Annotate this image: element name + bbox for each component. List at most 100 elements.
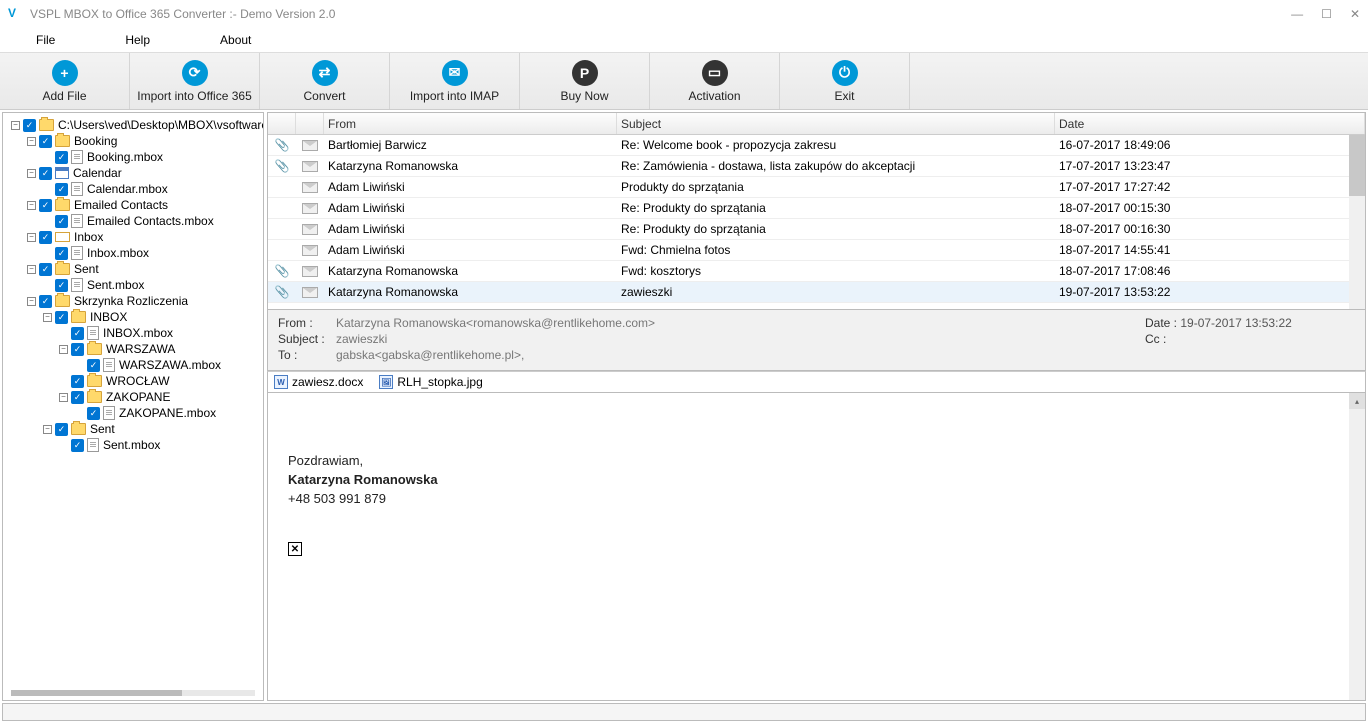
tree-item[interactable]: ✓Sent.mbox (3, 437, 264, 453)
email-row[interactable]: 📎 Bartłomiej Barwicz Re: Welcome book - … (268, 135, 1365, 156)
tree-checkbox[interactable]: ✓ (39, 135, 52, 148)
tree-item[interactable]: ✓ Emailed Contacts.mbox (3, 213, 264, 229)
maximize-button[interactable]: ☐ (1321, 7, 1332, 21)
file-icon (103, 406, 115, 420)
tree-checkbox[interactable]: ✓ (55, 423, 68, 436)
preview-scrollbar[interactable]: ▴ (1349, 393, 1365, 700)
from-cell: Adam Liwiński (324, 201, 617, 215)
tree-checkbox[interactable]: ✓ (87, 359, 100, 372)
toolbar-buy-now[interactable]: PBuy Now (520, 53, 650, 109)
tree-checkbox[interactable]: ✓ (71, 439, 84, 452)
email-row[interactable]: Adam Liwiński Produkty do sprzątania 17-… (268, 177, 1365, 198)
toolbar-convert[interactable]: ⇄Convert (260, 53, 390, 109)
tree-item[interactable]: −✓WARSZAWA (3, 341, 264, 357)
tree-checkbox[interactable]: ✓ (55, 183, 68, 196)
email-row[interactable]: Adam Liwiński Re: Produkty do sprzątania… (268, 219, 1365, 240)
tree-expander-icon[interactable]: − (59, 393, 68, 402)
toolbar-activation[interactable]: ▭Activation (650, 53, 780, 109)
from-cell: Adam Liwiński (324, 222, 617, 236)
email-row[interactable]: Adam Liwiński Fwd: Chmielna fotos 18-07-… (268, 240, 1365, 261)
tree-checkbox[interactable]: ✓ (55, 215, 68, 228)
body-greeting: Pozdrawiam, (288, 453, 1345, 468)
toolbar-import-into-office-365[interactable]: ⟳Import into Office 365 (130, 53, 260, 109)
tree-item[interactable]: −✓Calendar (3, 165, 264, 181)
tree-item[interactable]: ✓INBOX.mbox (3, 325, 264, 341)
tree-item[interactable]: ✓Sent.mbox (3, 277, 264, 293)
tree-checkbox[interactable]: ✓ (71, 327, 84, 340)
tree-expander-icon[interactable]: − (27, 297, 36, 306)
tree-checkbox[interactable]: ✓ (39, 199, 52, 212)
col-subject-header[interactable]: Subject (617, 113, 1055, 134)
tree-item[interactable]: ✓ Booking.mbox (3, 149, 264, 165)
tree-item[interactable]: ✓Calendar.mbox (3, 181, 264, 197)
tree-expander-icon[interactable]: − (59, 345, 68, 354)
attachment-item[interactable]: Wzawiesz.docx (274, 375, 363, 389)
from-value: Katarzyna Romanowska<romanowska@rentlike… (336, 316, 655, 330)
email-row[interactable]: Adam Liwiński Re: Produkty do sprzątania… (268, 198, 1365, 219)
tree-checkbox[interactable]: ✓ (87, 407, 100, 420)
folder-icon (55, 295, 70, 307)
close-button[interactable]: ✕ (1350, 7, 1360, 21)
from-cell: Adam Liwiński (324, 243, 617, 257)
tree-checkbox[interactable]: ✓ (71, 391, 84, 404)
tree-expander-icon[interactable]: − (27, 265, 36, 274)
tree-item[interactable]: −✓Emailed Contacts (3, 197, 264, 213)
tree-item[interactable]: ✓WROCŁAW (3, 373, 264, 389)
tree-item[interactable]: −✓Booking (3, 133, 264, 149)
tree-item[interactable]: −✓C:\Users\ved\Desktop\MBOX\vsoftware- (3, 117, 264, 133)
tree-expander-icon[interactable]: − (27, 233, 36, 242)
tree-checkbox[interactable]: ✓ (23, 119, 36, 132)
tree-item[interactable]: ✓ZAKOPANE.mbox (3, 405, 264, 421)
tree-expander-icon[interactable]: − (43, 425, 52, 434)
tree-checkbox[interactable]: ✓ (39, 263, 52, 276)
toolbar-import-into-imap[interactable]: ✉Import into IMAP (390, 53, 520, 109)
menu-file[interactable]: File (36, 33, 55, 47)
tree-expander-icon[interactable]: − (43, 313, 52, 322)
tree-item[interactable]: ✓WARSZAWA.mbox (3, 357, 264, 373)
col-date-header[interactable]: Date (1055, 113, 1365, 134)
minimize-button[interactable]: — (1291, 7, 1303, 21)
email-list-scrollbar[interactable] (1349, 135, 1365, 309)
tree-item[interactable]: −✓Skrzynka Rozliczenia (3, 293, 264, 309)
tree-label: Emailed Contacts.mbox (87, 214, 214, 228)
email-row[interactable]: 📎 Katarzyna Romanowska Fwd: kosztorys 18… (268, 261, 1365, 282)
tree-item[interactable]: −✓INBOX (3, 309, 264, 325)
email-list: From Subject Date 📎 Bartłomiej Barwicz R… (267, 112, 1366, 310)
tree-h-scrollbar[interactable] (11, 690, 255, 696)
tree-expander-icon[interactable]: − (27, 169, 36, 178)
toolbar-exit[interactable]: ⏻Exit (780, 53, 910, 109)
email-row[interactable]: 📎 Katarzyna Romanowska zawieszki 19-07-2… (268, 282, 1365, 303)
col-from-header[interactable]: From (324, 113, 617, 134)
tree-item[interactable]: −✓ZAKOPANE (3, 389, 264, 405)
toolbar-label: Activation (688, 89, 740, 103)
tree-checkbox[interactable]: ✓ (55, 247, 68, 260)
tree-checkbox[interactable]: ✓ (55, 151, 68, 164)
envelope-icon (302, 182, 318, 193)
scroll-up-icon[interactable]: ▴ (1349, 393, 1365, 409)
tree-checkbox[interactable]: ✓ (71, 343, 84, 356)
tree-item[interactable]: −✓Inbox (3, 229, 264, 245)
col-attach-header[interactable] (268, 113, 296, 134)
email-row[interactable]: 📎 Katarzyna Romanowska Re: Zamówienia - … (268, 156, 1365, 177)
tree-checkbox[interactable]: ✓ (39, 167, 52, 180)
menu-about[interactable]: About (220, 33, 251, 47)
tree-item[interactable]: −✓Sent (3, 421, 264, 437)
tree-item[interactable]: ✓Inbox.mbox (3, 245, 264, 261)
tree-label: Booking.mbox (87, 150, 163, 164)
toolbar-add-file[interactable]: +Add File (0, 53, 130, 109)
from-cell: Bartłomiej Barwicz (324, 138, 617, 152)
menu-help[interactable]: Help (125, 33, 150, 47)
folder-tree[interactable]: −✓C:\Users\ved\Desktop\MBOX\vsoftware-−✓… (2, 112, 264, 701)
tree-checkbox[interactable]: ✓ (39, 231, 52, 244)
tree-expander-icon[interactable]: − (27, 201, 36, 210)
tree-checkbox[interactable]: ✓ (55, 279, 68, 292)
tree-item[interactable]: −✓Sent (3, 261, 264, 277)
tree-expander-icon[interactable]: − (11, 121, 20, 130)
tree-expander-icon[interactable]: − (27, 137, 36, 146)
tree-checkbox[interactable]: ✓ (55, 311, 68, 324)
attachment-item[interactable]: 🖼RLH_stopka.jpg (379, 375, 482, 389)
col-icon-header[interactable] (296, 113, 324, 134)
file-icon (71, 214, 83, 228)
tree-checkbox[interactable]: ✓ (39, 295, 52, 308)
tree-checkbox[interactable]: ✓ (71, 375, 84, 388)
